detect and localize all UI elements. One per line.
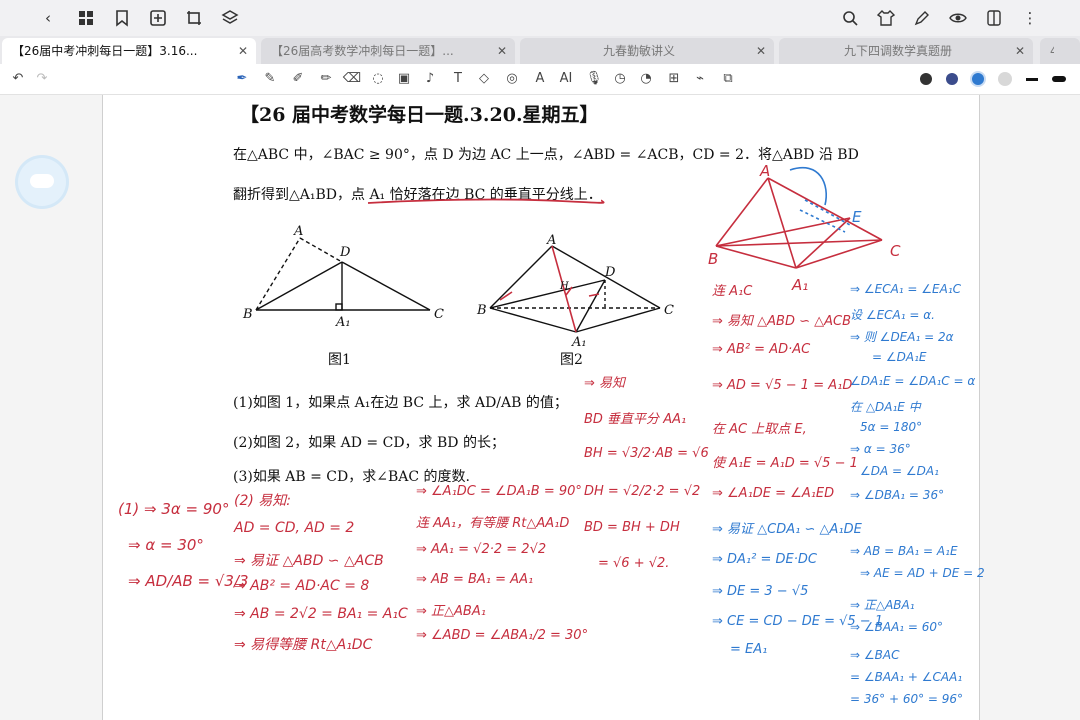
handwriting-blue-line10: ⇒ ∠DBA₁ = 36° bbox=[850, 488, 945, 502]
handwriting-blue-line15: ⇒ ∠BAC bbox=[850, 648, 900, 662]
handwriting-q2-line17: BD = BH + DH bbox=[584, 520, 680, 535]
fig1-segment-bd bbox=[255, 261, 343, 311]
sketch-label-c: C bbox=[890, 242, 901, 260]
fig2-red-ticks bbox=[565, 286, 600, 297]
handwriting-q3-line12: = EA₁ bbox=[730, 642, 768, 657]
sketch-line-a1c bbox=[795, 239, 883, 269]
handwriting-q3-line7: ⇒ ∠A₁DE = ∠A₁ED bbox=[712, 486, 835, 501]
fig1-segment-ad bbox=[299, 237, 343, 263]
handwriting-q2-line1: (2) 易知: bbox=[234, 493, 291, 509]
handwriting-q1-line3: ⇒ AD/AB = √3/3 bbox=[128, 572, 249, 590]
handwriting-blue-line9: ∠DA = ∠DA₁ bbox=[860, 464, 939, 478]
fig2-label-h: H bbox=[559, 281, 569, 292]
handwriting-blue-line16: = ∠BAA₁ + ∠CAA₁ bbox=[850, 670, 963, 684]
handwriting-q2-line11: ⇒ 正△ABA₁ bbox=[416, 604, 486, 619]
handwriting-blue-line13: ⇒ 正△ABA₁ bbox=[850, 598, 915, 612]
handwriting-q3-line6: 使 A₁E = A₁D = √5 − 1 bbox=[712, 456, 858, 471]
handwriting-q2-line14: BD 垂直平分 AA₁ bbox=[584, 412, 687, 427]
fig2-red-marks bbox=[499, 245, 600, 333]
handwriting-q3-line2: ⇒ 易知 △ABD ∽ △ACB bbox=[712, 314, 852, 329]
handwriting-blue-line2: 设 ∠ECA₁ = α. bbox=[850, 308, 935, 322]
sketch-label-a1: A₁ bbox=[791, 276, 808, 294]
fig1-label-c: C bbox=[434, 307, 444, 322]
fig2-label-a1: A₁ bbox=[571, 335, 587, 350]
handwriting-q2-line13: ⇒ 易知 bbox=[584, 376, 626, 391]
fig1-label-a: A bbox=[293, 224, 303, 239]
fig2-segment-bd bbox=[489, 279, 606, 309]
fig2-label-d: D bbox=[604, 265, 616, 280]
question-3: (3)如果 AB = CD，求∠BAC 的度数. bbox=[233, 469, 470, 485]
handwriting-q2-line3: ⇒ 易证 △ABD ∽ △ACB bbox=[234, 553, 384, 569]
handwriting-blue-line8: ⇒ α = 36° bbox=[850, 442, 911, 456]
fig2-label-b: B bbox=[476, 303, 487, 318]
fig2-label-a: A bbox=[546, 233, 556, 248]
handwriting-q2-line5: ⇒ AB = 2√2 = BA₁ = A₁C bbox=[234, 606, 408, 622]
fig2-caption: 图2 bbox=[560, 352, 583, 368]
fig1-caption: 图1 bbox=[328, 352, 351, 368]
question-1: (1)如图 1，如果点 A₁在边 BC 上，求 AD/AB 的值； bbox=[233, 395, 568, 411]
handwriting-q3-line1: 连 A₁C bbox=[712, 284, 753, 299]
sketch-label-e: E bbox=[852, 208, 862, 226]
handwriting-q3-line5: 在 AC 上取点 E, bbox=[712, 422, 807, 437]
figure-2 bbox=[489, 245, 661, 333]
handwriting-q2-line7: ⇒ ∠A₁DC = ∠DA₁B = 90° bbox=[416, 484, 582, 499]
handwriting-blue-line4: = ∠DA₁E bbox=[872, 350, 927, 364]
handwriting-q1-line1: (1) ⇒ 3α = 90° bbox=[118, 500, 230, 518]
handwriting-q2-line12: ⇒ ∠ABD = ∠ABA₁/2 = 30° bbox=[416, 628, 589, 643]
fig1-segment-ba bbox=[255, 237, 301, 311]
handwriting-q3-line10: ⇒ DE = 3 − √5 bbox=[712, 584, 809, 599]
handwriting-q2-line8: 连 AA₁，有等腰 Rt△AA₁D bbox=[416, 516, 570, 531]
fig1-segment-dc bbox=[341, 261, 431, 311]
handwriting-blue-line12: ⇒ AE = AD + DE = 2 bbox=[860, 566, 985, 580]
handwriting-blue-line6: 在 △DA₁E 中 bbox=[850, 400, 921, 414]
fig2-segment-a1d bbox=[575, 279, 606, 333]
handwriting-q1-line2: ⇒ α = 30° bbox=[128, 536, 204, 554]
fig1-right-angle bbox=[335, 303, 343, 311]
handwriting-q2-line2: AD = CD, AD = 2 bbox=[234, 520, 355, 536]
handwriting-blue-line7: 5α = 180° bbox=[860, 420, 923, 434]
handwriting-q2-line4: ⇒ AB² = AD·AC = 8 bbox=[234, 578, 370, 594]
handwriting-blue-line17: = 36° + 60° = 96° bbox=[850, 692, 964, 706]
handwriting-q3-line8: ⇒ 易证 △CDA₁ ∽ △A₁DE bbox=[712, 522, 862, 537]
fig1-label-b: B bbox=[242, 307, 253, 322]
handwriting-q2-line15: BH = √3/2·AB = √6 bbox=[584, 446, 709, 461]
fig1-label-d: D bbox=[339, 245, 351, 260]
handwriting-q3-line4: ⇒ AD = √5 − 1 = A₁D bbox=[712, 378, 853, 393]
question-2: (2)如图 2，如果 AD = CD，求 BD 的长； bbox=[233, 435, 505, 451]
handwriting-blue-line14: ⇒ ∠BAA₁ = 60° bbox=[850, 620, 944, 634]
handwriting-q2-line6: ⇒ 易得等腰 Rt△A₁DC bbox=[234, 637, 373, 653]
handwriting-blue-line11: ⇒ AB = BA₁ = A₁E bbox=[850, 544, 958, 558]
fig1-label-a1: A₁ bbox=[335, 315, 351, 330]
sketch-line-ba bbox=[715, 177, 769, 247]
handwriting-q3-line9: ⇒ DA₁² = DE·DC bbox=[712, 552, 817, 567]
handwriting-q2-line16: DH = √2/2·2 = √2 bbox=[584, 484, 701, 499]
fig2-label-c: C bbox=[664, 303, 674, 318]
handwriting-blue-line1: ⇒ ∠ECA₁ = ∠EA₁C bbox=[850, 282, 962, 296]
handwriting-blue-line3: ⇒ 则 ∠DEA₁ = 2α bbox=[850, 330, 954, 344]
underline-stroke bbox=[367, 198, 605, 204]
handwriting-q3-line3: ⇒ AB² = AD·AC bbox=[712, 342, 811, 357]
handwriting-blue-line5: ∠DA₁E = ∠DA₁C = α bbox=[850, 374, 976, 388]
sketch-line-ba1 bbox=[715, 245, 797, 269]
fig2-segment-ba1 bbox=[489, 307, 577, 333]
handwriting-q2-line10: ⇒ AB = BA₁ = AA₁ bbox=[416, 572, 534, 587]
fig2-segment-a1c bbox=[575, 307, 661, 333]
fig2-segment-ba bbox=[489, 245, 553, 309]
sketch-label-b: B bbox=[708, 250, 718, 268]
sketch-label-a: A bbox=[759, 162, 770, 180]
handwriting-q2-line9: ⇒ AA₁ = √2·2 = 2√2 bbox=[416, 542, 547, 557]
handwriting-q2-line18: = √6 + √2. bbox=[598, 556, 670, 571]
